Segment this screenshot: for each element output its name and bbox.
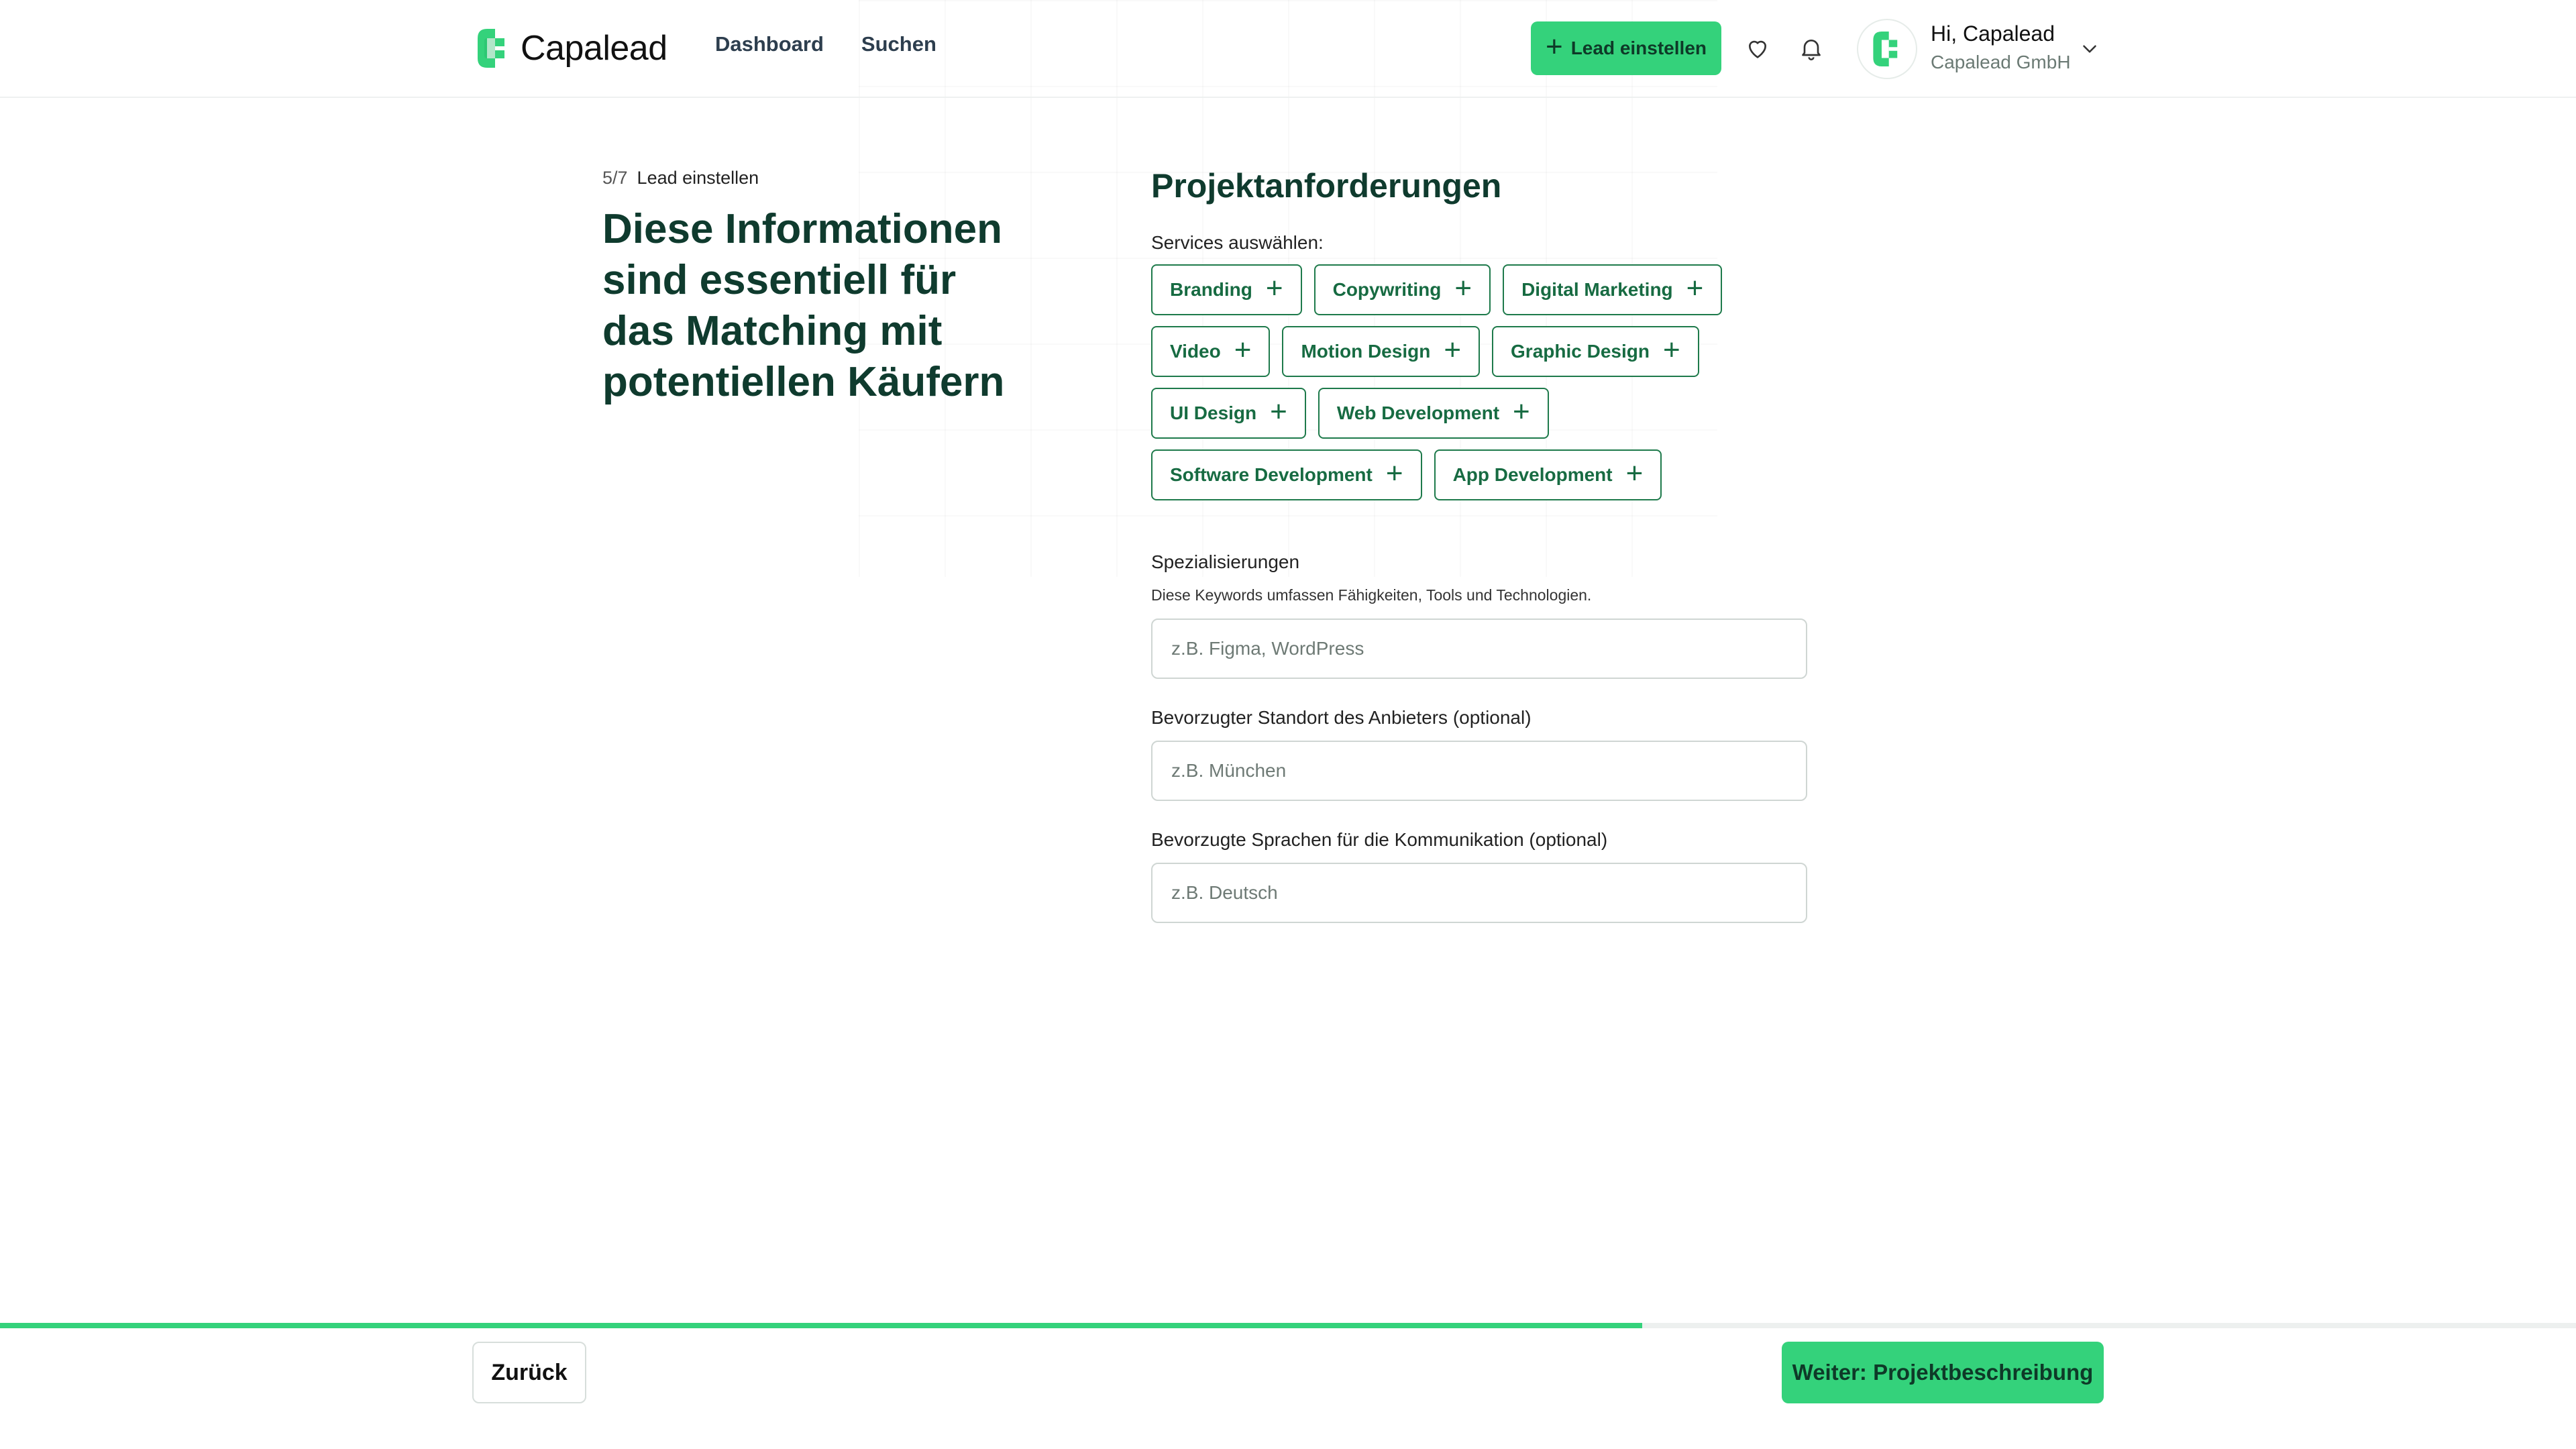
main-nav: Dashboard Suchen [715, 32, 936, 56]
languages-input[interactable] [1151, 863, 1807, 923]
chip-label: App Development [1452, 464, 1613, 485]
plus-icon: + [1270, 395, 1287, 428]
brand-logo[interactable]: Capalead [478, 28, 667, 68]
chevron-down-icon[interactable] [2078, 38, 2101, 64]
step-count: 5/7 [602, 168, 628, 188]
step-label: Lead einstellen [637, 168, 759, 188]
chip-row: Branding + Copywriting + Digital Marketing… [1151, 264, 1768, 315]
plus-icon: + [1385, 457, 1403, 490]
step-indicator: 5/7 Lead einstellen [602, 168, 759, 189]
top-bar: Capalead Dashboard Suchen + Lead einstel… [0, 0, 2576, 98]
location-input[interactable] [1151, 741, 1807, 801]
chip-label: Web Development [1336, 402, 1500, 423]
service-chip-motion-design[interactable]: Motion Design + [1282, 326, 1481, 377]
plus-icon: + [1546, 30, 1563, 63]
plus-icon: + [1686, 272, 1704, 305]
plus-icon: + [1513, 395, 1530, 428]
specializations-input[interactable] [1151, 619, 1807, 679]
plus-icon: + [1454, 272, 1472, 305]
page-headline: Diese Informationen sind essentiell für … [602, 206, 1005, 405]
create-lead-button[interactable]: + Lead einstellen [1531, 21, 1721, 75]
user-company: Capalead GmbH [1931, 52, 2071, 72]
chip-label: Branding [1170, 279, 1252, 300]
chip-label: UI Design [1170, 402, 1257, 423]
bell-icon[interactable] [1795, 32, 1827, 64]
nav-suchen[interactable]: Suchen [861, 32, 936, 56]
section-title: Projektanforderungen [1151, 167, 1502, 205]
capalead-logo-icon [478, 29, 508, 68]
progress-bar [0, 1323, 2576, 1328]
service-chip-video[interactable]: Video + [1151, 326, 1271, 377]
services-label: Services auswählen: [1151, 232, 1324, 253]
back-button[interactable]: Zurück [472, 1342, 586, 1403]
plus-icon: + [1625, 457, 1644, 490]
chip-label: Copywriting [1332, 279, 1442, 300]
chip-row: Software Development + App Development + [1151, 449, 1768, 500]
plus-icon: + [1265, 272, 1283, 305]
languages-label: Bevorzugte Sprachen für die Kommunikatio… [1151, 829, 1608, 850]
service-chip-branding[interactable]: Branding + [1151, 264, 1302, 315]
plus-icon: + [1444, 333, 1462, 366]
service-chip-digital-marketing[interactable]: Digital Marketing + [1503, 264, 1723, 315]
chip-row: Video + Motion Design + Graphic Design + [1151, 326, 1768, 377]
heart-icon[interactable] [1741, 32, 1774, 64]
chip-label: Video [1170, 341, 1221, 362]
next-button[interactable]: Weiter: Projektbeschreibung [1782, 1342, 2104, 1403]
service-chip-graphic-design[interactable]: Graphic Design + [1492, 326, 1699, 377]
create-lead-label: Lead einstellen [1570, 38, 1707, 58]
nav-dashboard[interactable]: Dashboard [715, 32, 824, 56]
chip-label: Software Development [1170, 464, 1373, 485]
service-chip-ui-design[interactable]: UI Design + [1151, 388, 1306, 439]
user-greeting: Hi, Capalead [1931, 21, 2055, 46]
avatar-logo-icon [1873, 32, 1898, 66]
service-chip-copywriting[interactable]: Copywriting + [1313, 264, 1491, 315]
progress-fill [0, 1323, 1642, 1328]
chip-label: Digital Marketing [1521, 279, 1673, 300]
avatar[interactable] [1857, 19, 1917, 79]
service-chip-app-development[interactable]: App Development + [1434, 449, 1662, 500]
plus-icon: + [1234, 333, 1252, 366]
service-chip-web-development[interactable]: Web Development + [1318, 388, 1549, 439]
specializations-help: Diese Keywords umfassen Fähigkeiten, Too… [1151, 586, 1592, 604]
user-menu[interactable]: Hi, Capalead Capalead GmbH [1931, 21, 2071, 73]
specializations-label: Spezialisierungen [1151, 551, 1300, 572]
chip-row: UI Design + Web Development + [1151, 388, 1768, 439]
chip-label: Graphic Design [1511, 341, 1650, 362]
location-label: Bevorzugter Standort des Anbieters (opti… [1151, 707, 1532, 728]
service-chip-software-development[interactable]: Software Development + [1151, 449, 1422, 500]
service-chips: Branding + Copywriting + Digital Marketing… [1151, 264, 1768, 511]
chip-label: Motion Design [1301, 341, 1431, 362]
brand-name: Capalead [521, 29, 667, 68]
plus-icon: + [1662, 333, 1680, 366]
